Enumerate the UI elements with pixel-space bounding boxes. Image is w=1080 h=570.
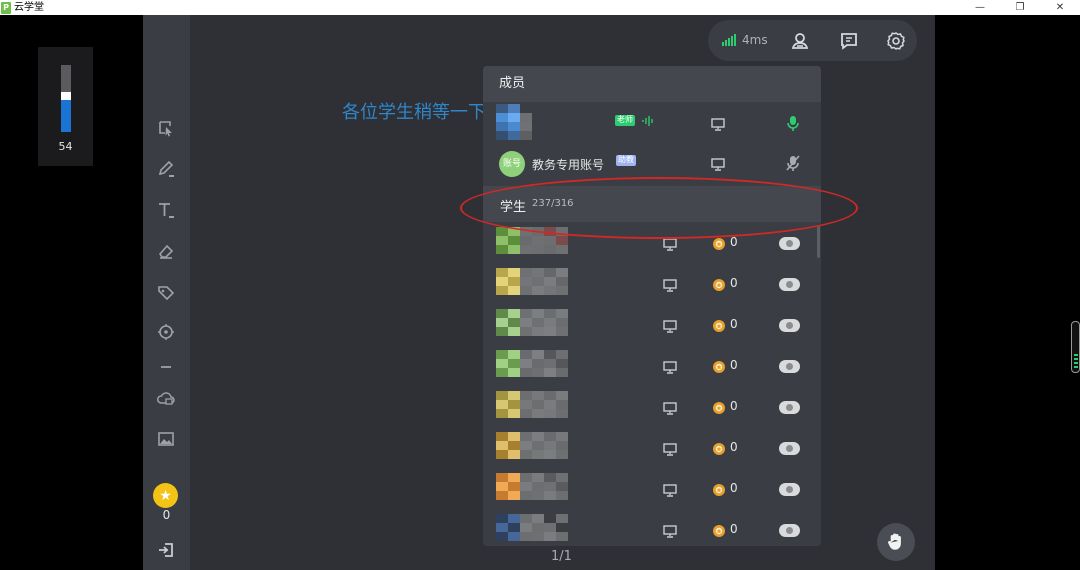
speaking-wave-icon [642,116,653,126]
page-indicator: 1/1 [551,549,572,564]
authorize-toggle[interactable] [779,401,800,414]
cloud-upload-icon[interactable] [155,387,177,409]
medal-icon [713,361,725,373]
authorize-toggle[interactable] [779,483,800,496]
image-icon[interactable] [155,428,177,450]
text-tool-icon[interactable] [155,199,177,221]
volume-widget: 54 [38,47,93,166]
avatar [496,473,568,500]
coin-count: 0 [162,508,171,522]
authorize-toggle[interactable] [779,360,800,373]
avatar [496,104,532,140]
microphone-on-icon[interactable] [784,114,802,132]
settings-icon[interactable] [885,30,907,52]
student-list-scrollbar[interactable] [817,226,820,258]
raise-hand-button[interactable] [877,523,915,561]
avatar: 账号 [499,151,525,177]
avatar [496,432,568,459]
screen-icon[interactable] [662,359,678,375]
app-logo-icon: P [1,1,11,14]
medal-icon [713,238,725,250]
screen-icon[interactable] [662,523,678,539]
volume-level-fill [61,96,71,132]
window-controls: — ❐ ✕ [960,0,1080,15]
screen-icon[interactable] [662,318,678,334]
avatar [496,268,568,295]
student-row[interactable]: 0 [483,428,821,468]
title-bar: P 云学堂 — ❐ ✕ [0,0,1080,15]
assistant-name: 教务专用账号 [532,158,605,172]
network-latency: 4ms [742,33,768,47]
teacher-tag: 老师 [615,115,635,126]
authorize-toggle[interactable] [779,319,800,332]
reward-count: 0 [730,358,738,372]
signal-strength-icon [722,34,736,46]
avatar [496,514,568,541]
assistant-tag: 助教 [616,155,636,166]
screen-icon[interactable] [662,441,678,457]
member-panel: 成员 老师 账号 教务专用账号 助教 学生 237/316 0 0 0 0 0 … [483,66,821,546]
side-panel-handle[interactable] [1071,321,1080,373]
reward-count: 0 [730,522,738,536]
avatar [496,391,568,418]
microphone-off-icon[interactable] [784,154,802,172]
chat-icon[interactable] [838,30,860,52]
student-row[interactable]: 0 [483,387,821,427]
screen-icon[interactable] [662,482,678,498]
student-row[interactable]: 0 [483,264,821,304]
hand-icon [888,533,901,550]
highlight-annotation [460,177,858,239]
minimize-button[interactable]: — [960,0,1000,15]
app-window: P 云学堂 — ❐ ✕ 54 ★ 0 各位学生稍等一下 1/1 4ms 成员 老… [0,0,1080,570]
volume-slider[interactable] [61,65,71,132]
members-icon[interactable] [789,30,811,52]
authorize-toggle[interactable] [779,524,800,537]
student-row[interactable]: 0 [483,510,821,546]
authorize-toggle[interactable] [779,278,800,291]
close-button[interactable]: ✕ [1040,0,1080,15]
teacher-row: 老师 [483,104,821,144]
medal-icon [713,320,725,332]
avatar [496,309,568,336]
medal-icon [713,402,725,414]
student-row[interactable]: 0 [483,346,821,386]
reward-count: 0 [730,235,738,249]
reward-count: 0 [730,317,738,331]
window-title: 云学堂 [14,2,44,13]
medal-icon [713,525,725,537]
authorize-toggle[interactable] [779,237,800,250]
restore-button[interactable]: ❐ [1000,0,1040,15]
volume-value: 54 [58,140,73,153]
select-tool-icon[interactable] [155,117,177,139]
medal-icon [713,443,725,455]
volume-slider-knob[interactable] [61,92,71,100]
pen-tool-icon[interactable] [155,158,177,180]
reward-count: 0 [730,399,738,413]
authorize-toggle[interactable] [779,442,800,455]
laser-pointer-icon[interactable] [155,321,177,343]
exit-classroom-icon[interactable] [156,540,176,560]
reward-count: 0 [730,276,738,290]
top-controls: 4ms [708,20,917,61]
line-tool-icon[interactable] [155,356,177,378]
screen-icon[interactable] [662,400,678,416]
label-tool-icon[interactable] [155,281,177,303]
screen-icon[interactable] [662,277,678,293]
medal-icon [713,279,725,291]
eraser-tool-icon[interactable] [155,240,177,262]
reward-count: 0 [730,440,738,454]
avatar [496,350,568,377]
student-row[interactable]: 0 [483,469,821,509]
screen-icon[interactable] [710,116,726,132]
reward-count: 0 [730,481,738,495]
student-row[interactable]: 0 [483,305,821,345]
screen-icon[interactable] [710,156,726,172]
medal-icon [713,484,725,496]
member-panel-title: 成员 [483,66,821,102]
reward-coin-icon: ★ [153,483,178,508]
whiteboard-text: 各位学生稍等一下 [342,102,483,123]
